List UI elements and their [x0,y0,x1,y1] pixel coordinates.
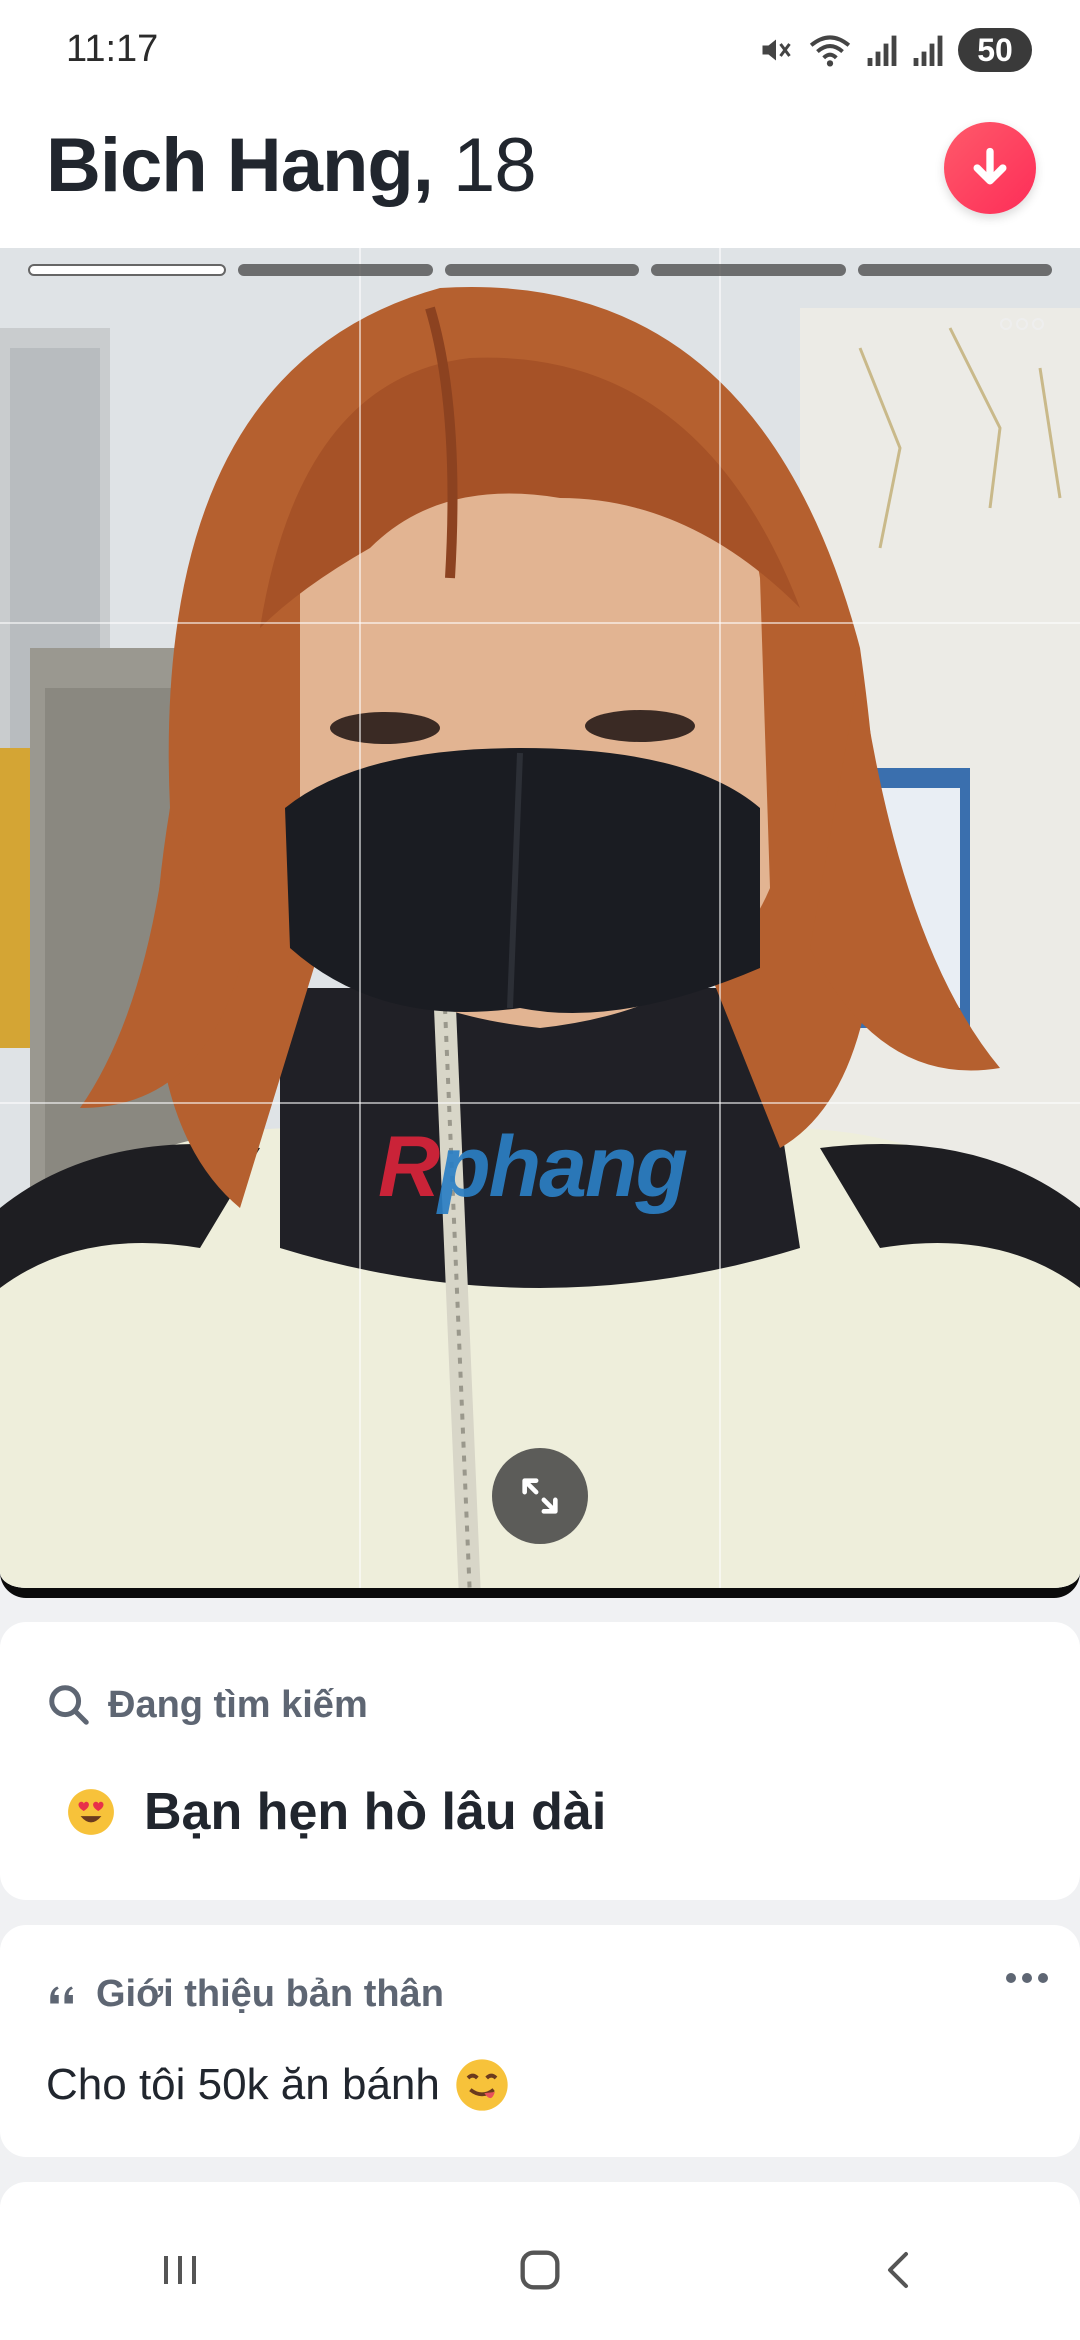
photo-progress-segment [28,264,227,276]
back-button[interactable] [840,2230,960,2310]
looking-for-card: Đang tìm kiếm Bạn hẹn hò lâu dài [0,1622,1080,1900]
about-me-text-content: Cho tôi 50k ăn bánh [46,2060,440,2109]
looking-for-value: Bạn hẹn hò lâu dài [66,1782,606,1842]
looking-for-header-label: Đang tìm kiếm [108,1683,368,1726]
signal-icon [913,35,943,66]
photo-progress [28,264,1053,278]
search-icon [49,1685,89,1725]
home-button[interactable] [480,2230,600,2310]
status-bar: 11:17 50 [0,0,1080,100]
photo-scene [0,248,1080,1588]
battery-indicator: 50 [958,28,1032,72]
home-icon [520,2250,560,2290]
collapse-profile-button[interactable] [944,122,1036,214]
photo-progress-segment [238,264,433,276]
recent-apps-button[interactable] [120,2230,240,2310]
heart-eyes-emoji-icon [68,1789,114,1835]
profile-name: Bich Hang, 18 [46,122,537,209]
profile-name-text: Bich Hang, [46,123,434,208]
about-me-card: Giới thiệu bản thân Cho tôi 50k ăn bánh [0,1925,1080,2157]
bio-options-button[interactable] [1006,1973,1048,1983]
about-me-text: Cho tôi 50k ăn bánh [46,2057,510,2113]
status-icons: 50 [758,28,1032,72]
system-navigation-bar [0,2200,1080,2340]
photo-progress-segment [857,264,1053,276]
expand-icon [522,1478,558,1514]
back-icon [888,2252,908,2288]
profile-photo[interactable]: Rphang [0,248,1080,1598]
status-time: 11:17 [66,28,159,70]
watermark-logo: Rphang [378,1119,688,1215]
expand-photo-button[interactable] [492,1448,588,1544]
photo-more-icon[interactable] [1000,318,1044,330]
signal-icon [867,35,897,66]
profile-age: 18 [453,123,537,208]
photo-progress-segment [444,264,640,276]
photo-progress-segment [651,264,846,276]
looking-for-value-text: Bạn hẹn hò lâu dài [144,1783,607,1841]
recent-apps-icon [164,2256,196,2284]
yum-emoji-icon [456,2059,508,2111]
quote-icon [50,1986,73,2003]
wifi-icon [809,35,851,67]
arrow-down-icon [973,147,1007,185]
looking-for-header: Đang tìm kiếm [46,1682,368,1728]
about-me-header-label: Giới thiệu bản thân [96,1973,444,2015]
mute-icon [762,39,791,61]
profile-header: Bich Hang, 18 [0,100,1080,248]
about-me-header: Giới thiệu bản thân [46,1973,444,2016]
